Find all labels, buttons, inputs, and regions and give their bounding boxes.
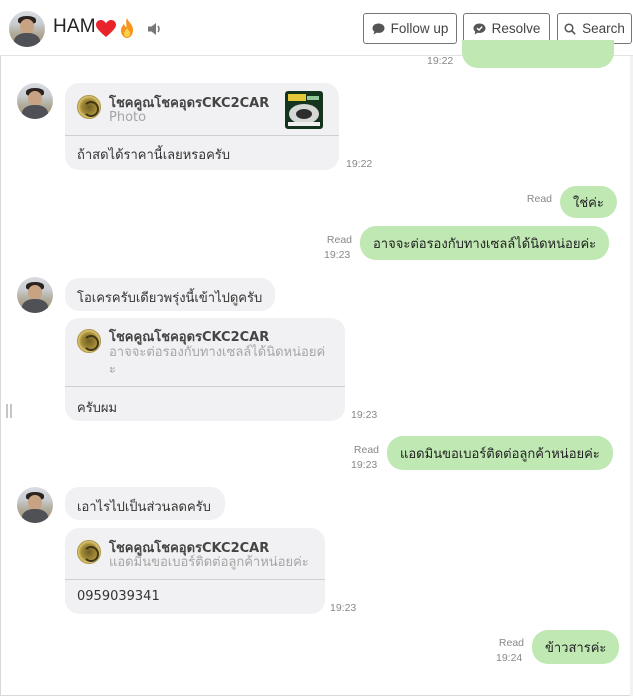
message-text: ใช่ค่ะ bbox=[573, 195, 604, 211]
message-text: อาจจะต่อรองกับทางเซลล์ได้นิดหน่อยค่ะ bbox=[373, 236, 597, 252]
shop-logo-icon bbox=[77, 95, 101, 119]
outgoing-message-bubble[interactable]: แอดมินขอเบอร์ติดต่อลูกค้าหน่อยค่ะ bbox=[387, 436, 613, 470]
contact-avatar[interactable] bbox=[9, 11, 45, 47]
incoming-message-bubble[interactable]: โชคคูณโชคอุดรCKC2CAR อาจจะต่อรองกับทางเซ… bbox=[65, 318, 345, 421]
shop-logo-icon bbox=[77, 329, 101, 353]
chat-check-icon bbox=[473, 23, 486, 34]
read-receipt: Read bbox=[526, 193, 552, 205]
reply-quote[interactable]: โชคคูณโชคอุดรCKC2CAR แอดมินขอเบอร์ติดต่อ… bbox=[65, 528, 325, 580]
follow-up-button[interactable]: Follow up bbox=[363, 13, 457, 44]
read-receipt: Read bbox=[353, 444, 379, 456]
reply-preview: อาจจะต่อรองกับทางเซลล์ได้นิดหน่อยค่ bbox=[109, 345, 326, 360]
fire-icon bbox=[121, 18, 133, 38]
reply-quote[interactable]: โชคคูณโชคอุดรCKC2CAR Photo bbox=[65, 83, 339, 136]
resolve-label: Resolve bbox=[491, 21, 541, 36]
sender-avatar[interactable] bbox=[17, 277, 53, 313]
incoming-message-bubble[interactable]: เอาไรไปเป็นส่วนลดครับ bbox=[65, 487, 225, 520]
message-text: ถ้าสดได้ราคานี้เลยหรอครับ bbox=[77, 148, 231, 163]
message-time: 19:23 bbox=[324, 249, 351, 261]
speaker-icon[interactable] bbox=[147, 22, 163, 36]
message-text: เอาไรไปเป็นส่วนลดครับ bbox=[77, 500, 211, 515]
message-text: แอดมินขอเบอร์ติดต่อลูกค้าหน่อยค่ะ bbox=[400, 446, 600, 462]
heart-icon bbox=[96, 20, 116, 37]
message-time: 19:23 bbox=[330, 602, 357, 614]
chat-bubble-icon bbox=[372, 23, 385, 34]
outgoing-message-bubble[interactable]: อาจจะต่อรองกับทางเซลล์ได้นิดหน่อยค่ะ bbox=[360, 226, 610, 260]
message-time: 19:24 bbox=[496, 652, 523, 664]
reply-quote[interactable]: โชคคูณโชคอุดรCKC2CAR อาจจะต่อรองกับทางเซ… bbox=[65, 318, 345, 387]
incoming-message-bubble[interactable]: โชคคูณโชคอุดรCKC2CAR แอดมินขอเบอร์ติดต่อ… bbox=[65, 528, 325, 614]
reply-preview: Photo bbox=[109, 110, 147, 125]
read-receipt: Read bbox=[326, 234, 352, 246]
search-icon bbox=[564, 22, 576, 35]
read-receipt: Read bbox=[498, 637, 524, 649]
contact-name: HAM bbox=[53, 16, 96, 37]
message-text: โอเครครับเดียวพรุ่งนี้เข้าไปดูครับ bbox=[77, 291, 263, 306]
reply-preview: แอดมินขอเบอร์ติดต่อลูกค้าหน่อยค่ะ bbox=[109, 555, 309, 570]
message-text: 0959039341 bbox=[77, 589, 160, 604]
follow-up-label: Follow up bbox=[390, 21, 449, 36]
message-text: ครับผม bbox=[77, 401, 118, 416]
search-label: Search bbox=[582, 21, 625, 36]
outgoing-message-bubble[interactable]: ข้าวสารค่ะ bbox=[532, 630, 620, 664]
outgoing-message-bubble[interactable] bbox=[462, 40, 614, 68]
incoming-message-bubble[interactable]: โชคคูณโชคอุดรCKC2CAR Photo ถ้าสดได้ราคาน… bbox=[65, 83, 339, 170]
photo-thumbnail[interactable] bbox=[285, 91, 323, 129]
resize-handle[interactable] bbox=[6, 404, 12, 418]
message-time: 19:23 bbox=[351, 459, 378, 471]
shop-logo-icon bbox=[77, 540, 101, 564]
reply-preview-wrap: ะ bbox=[109, 362, 116, 377]
sender-avatar[interactable] bbox=[17, 83, 53, 119]
outgoing-message-bubble[interactable]: ใช่ค่ะ bbox=[560, 186, 617, 218]
sender-avatar[interactable] bbox=[17, 487, 53, 523]
incoming-message-bubble[interactable]: โอเครครับเดียวพรุ่งนี้เข้าไปดูครับ bbox=[65, 278, 275, 311]
message-time: 19:23 bbox=[351, 409, 378, 421]
message-text: ข้าวสารค่ะ bbox=[545, 640, 607, 656]
message-time: 19:22 bbox=[346, 158, 373, 170]
message-time: 19:22 bbox=[427, 55, 454, 67]
